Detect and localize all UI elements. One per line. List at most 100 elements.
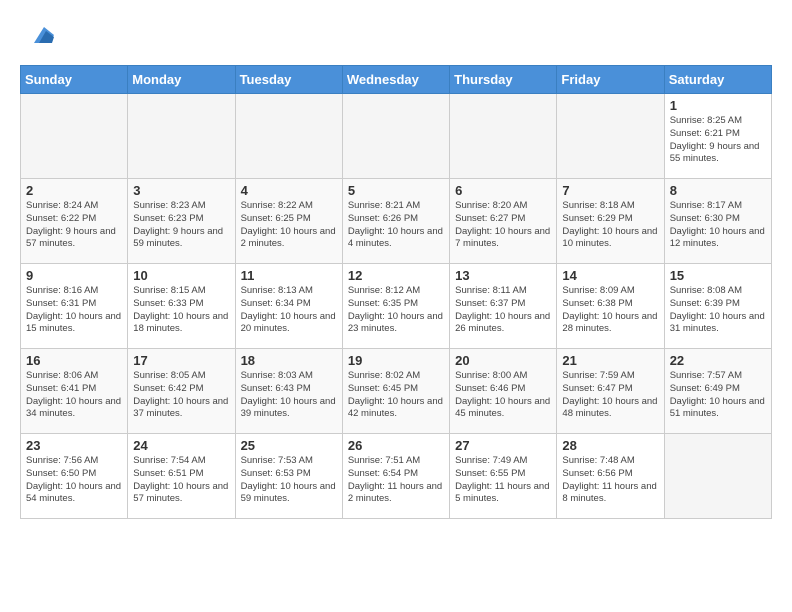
day-info: Sunrise: 8:22 AM Sunset: 6:25 PM Dayligh… bbox=[241, 200, 337, 251]
day-info: Sunrise: 7:48 AM Sunset: 6:56 PM Dayligh… bbox=[562, 455, 658, 506]
day-info: Sunrise: 8:11 AM Sunset: 6:37 PM Dayligh… bbox=[455, 285, 551, 336]
calendar-cell: 22 Sunrise: 7:57 AM Sunset: 6:49 PM Dayli… bbox=[664, 349, 771, 434]
day-number: 1 bbox=[670, 98, 766, 113]
day-number: 10 bbox=[133, 268, 229, 283]
calendar-week-2: 9Sunrise: 8:16 AM Sunset: 6:31 PM Daylig… bbox=[21, 264, 772, 349]
calendar-cell: 1 Sunrise: 8:25 AM Sunset: 6:21 PM Daylig… bbox=[664, 94, 771, 179]
calendar-cell bbox=[235, 94, 342, 179]
day-number: 27 bbox=[455, 438, 551, 453]
day-info: Sunrise: 8:25 AM Sunset: 6:21 PM Dayligh… bbox=[670, 115, 766, 166]
calendar-week-0: 1 Sunrise: 8:25 AM Sunset: 6:21 PM Daylig… bbox=[21, 94, 772, 179]
calendar-cell: 27 Sunrise: 7:49 AM Sunset: 6:55 PM Dayli… bbox=[450, 434, 557, 519]
day-info: Sunrise: 8:08 AM Sunset: 6:39 PM Dayligh… bbox=[670, 285, 766, 336]
calendar-cell: 24 Sunrise: 7:54 AM Sunset: 6:51 PM Dayli… bbox=[128, 434, 235, 519]
calendar-week-3: 16 Sunrise: 8:06 AM Sunset: 6:41 PM Dayli… bbox=[21, 349, 772, 434]
calendar-cell: 3 Sunrise: 8:23 AM Sunset: 6:23 PM Daylig… bbox=[128, 179, 235, 264]
day-info: Sunrise: 8:21 AM Sunset: 6:26 PM Dayligh… bbox=[348, 200, 444, 251]
day-number: 24 bbox=[133, 438, 229, 453]
calendar-cell bbox=[128, 94, 235, 179]
day-info: Sunrise: 7:54 AM Sunset: 6:51 PM Dayligh… bbox=[133, 455, 229, 506]
calendar-cell: 15 Sunrise: 8:08 AM Sunset: 6:39 PM Dayli… bbox=[664, 264, 771, 349]
day-info: Sunrise: 8:00 AM Sunset: 6:46 PM Dayligh… bbox=[455, 370, 551, 421]
calendar-week-4: 23 Sunrise: 7:56 AM Sunset: 6:50 PM Dayli… bbox=[21, 434, 772, 519]
day-number: 17 bbox=[133, 353, 229, 368]
day-info: Sunrise: 8:13 AM Sunset: 6:34 PM Dayligh… bbox=[241, 285, 337, 336]
calendar-cell bbox=[21, 94, 128, 179]
calendar-cell: 14 Sunrise: 8:09 AM Sunset: 6:38 PM Dayli… bbox=[557, 264, 664, 349]
day-info: Sunrise: 8:18 AM Sunset: 6:29 PM Dayligh… bbox=[562, 200, 658, 251]
day-info: Sunrise: 7:56 AM Sunset: 6:50 PM Dayligh… bbox=[26, 455, 122, 506]
calendar-cell: 9Sunrise: 8:16 AM Sunset: 6:31 PM Daylig… bbox=[21, 264, 128, 349]
day-number: 25 bbox=[241, 438, 337, 453]
day-number: 20 bbox=[455, 353, 551, 368]
day-info: Sunrise: 8:05 AM Sunset: 6:42 PM Dayligh… bbox=[133, 370, 229, 421]
day-info: Sunrise: 7:49 AM Sunset: 6:55 PM Dayligh… bbox=[455, 455, 551, 506]
day-number: 22 bbox=[670, 353, 766, 368]
day-number: 7 bbox=[562, 183, 658, 198]
day-number: 16 bbox=[26, 353, 122, 368]
day-number: 6 bbox=[455, 183, 551, 198]
calendar-header-row: SundayMondayTuesdayWednesdayThursdayFrid… bbox=[21, 66, 772, 94]
calendar-cell: 20 Sunrise: 8:00 AM Sunset: 6:46 PM Dayli… bbox=[450, 349, 557, 434]
day-number: 19 bbox=[348, 353, 444, 368]
calendar-cell: 11 Sunrise: 8:13 AM Sunset: 6:34 PM Dayli… bbox=[235, 264, 342, 349]
day-number: 26 bbox=[348, 438, 444, 453]
calendar-cell: 2 Sunrise: 8:24 AM Sunset: 6:22 PM Daylig… bbox=[21, 179, 128, 264]
day-number: 9 bbox=[26, 268, 122, 283]
day-info: Sunrise: 7:57 AM Sunset: 6:49 PM Dayligh… bbox=[670, 370, 766, 421]
calendar-cell: 5 Sunrise: 8:21 AM Sunset: 6:26 PM Daylig… bbox=[342, 179, 449, 264]
day-number: 11 bbox=[241, 268, 337, 283]
page-header bbox=[20, 20, 772, 55]
day-info: Sunrise: 8:20 AM Sunset: 6:27 PM Dayligh… bbox=[455, 200, 551, 251]
calendar-cell: 18Sunrise: 8:03 AM Sunset: 6:43 PM Dayli… bbox=[235, 349, 342, 434]
day-number: 12 bbox=[348, 268, 444, 283]
day-header-thursday: Thursday bbox=[450, 66, 557, 94]
day-number: 18 bbox=[241, 353, 337, 368]
day-info: Sunrise: 8:17 AM Sunset: 6:30 PM Dayligh… bbox=[670, 200, 766, 251]
calendar-cell: 4 Sunrise: 8:22 AM Sunset: 6:25 PM Daylig… bbox=[235, 179, 342, 264]
calendar-cell: 26 Sunrise: 7:51 AM Sunset: 6:54 PM Dayli… bbox=[342, 434, 449, 519]
calendar-cell: 19 Sunrise: 8:02 AM Sunset: 6:45 PM Dayli… bbox=[342, 349, 449, 434]
day-number: 8 bbox=[670, 183, 766, 198]
calendar-cell bbox=[664, 434, 771, 519]
day-number: 23 bbox=[26, 438, 122, 453]
day-number: 5 bbox=[348, 183, 444, 198]
day-info: Sunrise: 8:12 AM Sunset: 6:35 PM Dayligh… bbox=[348, 285, 444, 336]
day-info: Sunrise: 8:23 AM Sunset: 6:23 PM Dayligh… bbox=[133, 200, 229, 251]
day-header-monday: Monday bbox=[128, 66, 235, 94]
calendar-cell: 13 Sunrise: 8:11 AM Sunset: 6:37 PM Dayli… bbox=[450, 264, 557, 349]
day-number: 4 bbox=[241, 183, 337, 198]
logo-icon bbox=[24, 20, 54, 50]
day-number: 14 bbox=[562, 268, 658, 283]
day-info: Sunrise: 8:15 AM Sunset: 6:33 PM Dayligh… bbox=[133, 285, 229, 336]
calendar-cell: 10 Sunrise: 8:15 AM Sunset: 6:33 PM Dayli… bbox=[128, 264, 235, 349]
day-header-tuesday: Tuesday bbox=[235, 66, 342, 94]
day-header-saturday: Saturday bbox=[664, 66, 771, 94]
calendar-cell: 7 Sunrise: 8:18 AM Sunset: 6:29 PM Daylig… bbox=[557, 179, 664, 264]
calendar-cell: 23 Sunrise: 7:56 AM Sunset: 6:50 PM Dayli… bbox=[21, 434, 128, 519]
day-number: 13 bbox=[455, 268, 551, 283]
day-number: 2 bbox=[26, 183, 122, 198]
calendar-cell: 28 Sunrise: 7:48 AM Sunset: 6:56 PM Dayli… bbox=[557, 434, 664, 519]
day-info: Sunrise: 8:02 AM Sunset: 6:45 PM Dayligh… bbox=[348, 370, 444, 421]
calendar-cell: 17 Sunrise: 8:05 AM Sunset: 6:42 PM Dayli… bbox=[128, 349, 235, 434]
calendar-cell bbox=[557, 94, 664, 179]
day-info: Sunrise: 7:59 AM Sunset: 6:47 PM Dayligh… bbox=[562, 370, 658, 421]
calendar-cell: 8 Sunrise: 8:17 AM Sunset: 6:30 PM Daylig… bbox=[664, 179, 771, 264]
day-info: Sunrise: 8:06 AM Sunset: 6:41 PM Dayligh… bbox=[26, 370, 122, 421]
day-header-wednesday: Wednesday bbox=[342, 66, 449, 94]
day-info: Sunrise: 7:51 AM Sunset: 6:54 PM Dayligh… bbox=[348, 455, 444, 506]
day-number: 21 bbox=[562, 353, 658, 368]
day-info: Sunrise: 8:24 AM Sunset: 6:22 PM Dayligh… bbox=[26, 200, 122, 251]
day-number: 28 bbox=[562, 438, 658, 453]
calendar-cell: 25Sunrise: 7:53 AM Sunset: 6:53 PM Dayli… bbox=[235, 434, 342, 519]
day-number: 3 bbox=[133, 183, 229, 198]
day-header-sunday: Sunday bbox=[21, 66, 128, 94]
calendar-cell bbox=[450, 94, 557, 179]
calendar-cell: 16 Sunrise: 8:06 AM Sunset: 6:41 PM Dayli… bbox=[21, 349, 128, 434]
calendar-cell: 12 Sunrise: 8:12 AM Sunset: 6:35 PM Dayli… bbox=[342, 264, 449, 349]
logo bbox=[20, 20, 54, 55]
day-info: Sunrise: 8:09 AM Sunset: 6:38 PM Dayligh… bbox=[562, 285, 658, 336]
calendar-week-1: 2 Sunrise: 8:24 AM Sunset: 6:22 PM Daylig… bbox=[21, 179, 772, 264]
day-number: 15 bbox=[670, 268, 766, 283]
